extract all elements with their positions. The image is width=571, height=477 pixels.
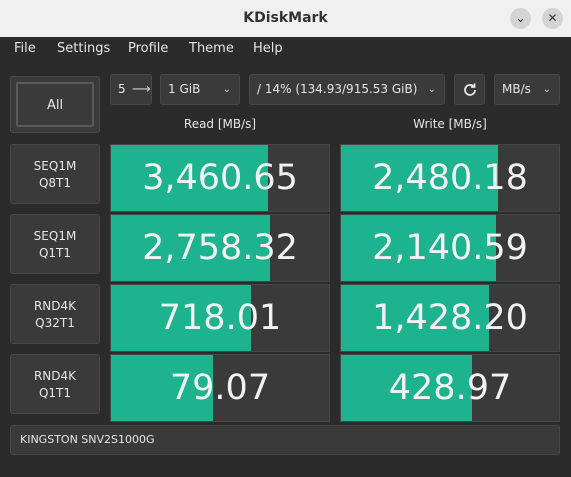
write-result-bar: 2,140.59 (340, 214, 560, 282)
read-value: 2,758.32 (142, 228, 298, 268)
chevron-down-icon: ⌄ (427, 84, 436, 95)
menu-bar: File Settings Profile Theme Help (0, 37, 571, 63)
test-label-line2: Q8T1 (38, 176, 72, 190)
read-value: 718.01 (158, 298, 282, 338)
write-column-header: Write [MB/s] (413, 117, 487, 131)
write-value: 2,480.18 (372, 158, 528, 198)
path-value: / 14% (134.93/915.53 GiB) (257, 82, 418, 96)
menu-theme[interactable]: Theme (189, 41, 234, 56)
run-all-label: All (16, 82, 94, 127)
menu-settings[interactable]: Settings (57, 41, 110, 56)
write-result-bar: 2,480.18 (340, 144, 560, 212)
close-button[interactable]: ✕ (542, 8, 563, 29)
size-value: 1 GiB (168, 82, 201, 96)
test-label-line1: RND4K (33, 369, 77, 383)
menu-profile[interactable]: Profile (128, 41, 168, 56)
test-button-seq1m-q8t1[interactable]: SEQ1M Q8T1 (10, 144, 100, 204)
test-button-seq1m-q1t1[interactable]: SEQ1M Q1T1 (10, 214, 100, 274)
test-label-line1: SEQ1M (33, 159, 77, 173)
window-title: KDiskMark (243, 10, 328, 26)
chevron-down-icon: ⌄ (515, 11, 526, 25)
test-button-rnd4k-q32t1[interactable]: RND4K Q32T1 (10, 284, 100, 344)
write-value: 2,140.59 (372, 228, 528, 268)
test-label-line2: Q1T1 (38, 246, 72, 260)
chevron-down-icon: ⌄ (542, 84, 551, 95)
test-button-rnd4k-q1t1[interactable]: RND4K Q1T1 (10, 354, 100, 414)
read-result-bar: 2,758.32 (110, 214, 330, 282)
test-label-line1: RND4K (33, 299, 77, 313)
minimize-button[interactable]: ⌄ (510, 8, 531, 29)
test-label-line1: SEQ1M (33, 229, 77, 243)
run-all-button[interactable]: All (10, 76, 100, 133)
runs-spinbox[interactable]: 5 ⟶ (110, 74, 152, 105)
read-result-bar: 79.07 (110, 354, 330, 422)
write-value: 428.97 (388, 368, 512, 408)
write-result-bar: 1,428.20 (340, 284, 560, 352)
read-value: 79.07 (169, 368, 271, 408)
runs-value: 5 (118, 82, 126, 96)
close-icon: ✕ (547, 11, 558, 25)
spin-arrow-icon[interactable]: ⟶ (132, 83, 151, 96)
path-select[interactable]: / 14% (134.93/915.53 GiB) ⌄ (249, 74, 445, 105)
write-result-bar: 428.97 (340, 354, 560, 422)
write-value: 1,428.20 (372, 298, 528, 338)
read-result-bar: 718.01 (110, 284, 330, 352)
read-column-header: Read [MB/s] (183, 117, 257, 131)
test-label-line2: Q32T1 (35, 316, 75, 330)
title-bar: KDiskMark ⌄ ✕ (0, 0, 571, 37)
read-value: 3,460.65 (142, 158, 298, 198)
unit-select[interactable]: MB/s ⌄ (494, 74, 560, 105)
refresh-button[interactable] (454, 74, 485, 105)
menu-file[interactable]: File (14, 41, 36, 56)
unit-value: MB/s (502, 82, 531, 96)
refresh-icon (464, 83, 476, 96)
menu-help[interactable]: Help (253, 41, 283, 56)
test-label-line2: Q1T1 (38, 386, 72, 400)
read-result-bar: 3,460.65 (110, 144, 330, 212)
device-info-field[interactable]: KINGSTON SNV2S1000G (10, 425, 560, 455)
size-select[interactable]: 1 GiB ⌄ (160, 74, 240, 105)
chevron-down-icon: ⌄ (222, 84, 231, 95)
